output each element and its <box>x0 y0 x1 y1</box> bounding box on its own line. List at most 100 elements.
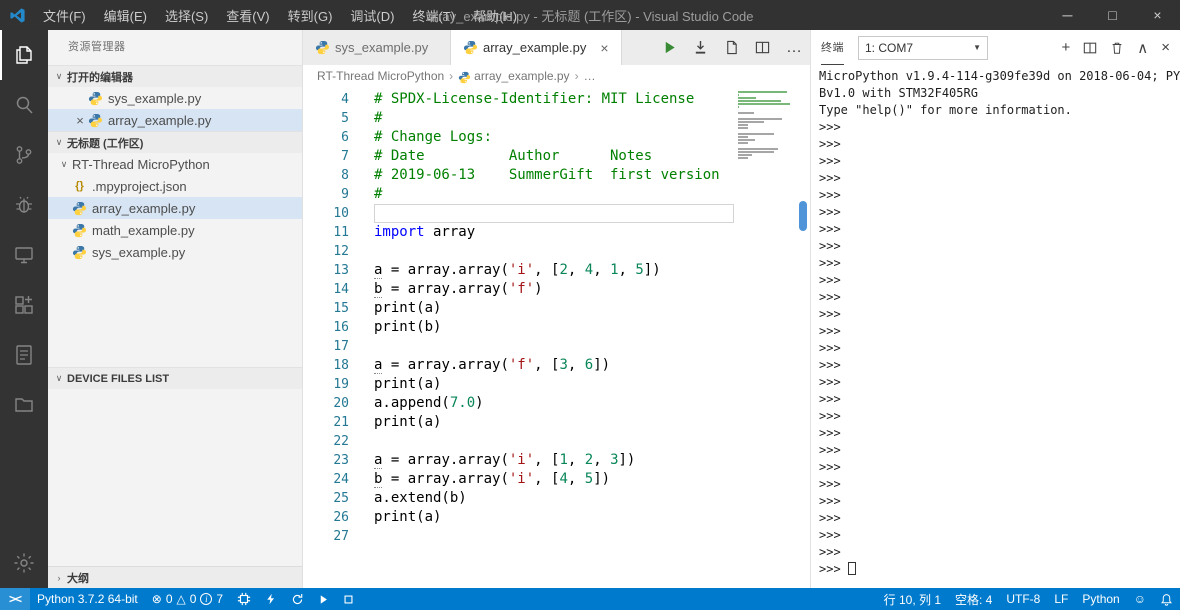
terminal-prompt-line: >>> <box>819 307 841 321</box>
maximize-panel-chevron-icon[interactable]: ∧ <box>1137 39 1148 57</box>
close-window-button[interactable]: × <box>1135 0 1180 30</box>
editor-tab[interactable]: sys_example.py <box>303 30 451 65</box>
menu-item[interactable]: 编辑(E) <box>95 6 156 25</box>
terminal-prompt-line: >>> <box>819 341 841 355</box>
breadcrumb-item[interactable]: … <box>584 69 596 83</box>
device-files-header[interactable]: ∨ DEVICE FILES LIST <box>48 367 302 389</box>
explorer-icon[interactable] <box>0 30 48 80</box>
notebook-icon[interactable] <box>0 330 48 380</box>
activity-bar <box>0 30 48 588</box>
search-icon[interactable] <box>0 80 48 130</box>
terminal-selector-dropdown[interactable]: 1: COM7 ▼ <box>858 35 988 60</box>
menu-item[interactable]: 查看(V) <box>217 6 278 25</box>
terminal-prompt-line: >>> <box>819 561 1172 578</box>
eol-selector[interactable]: LF <box>1047 588 1075 610</box>
minimize-button[interactable]: ─ <box>1045 0 1090 30</box>
workspace-tree: ∨ RT-Thread MicroPython {} .mpyproject.json… <box>48 153 302 263</box>
terminal-prompt-line: >>> <box>819 545 841 559</box>
tree-item[interactable]: sys_example.py <box>48 241 302 263</box>
terminal-prompt-line: >>> <box>819 358 841 372</box>
python-file-icon <box>72 245 87 260</box>
breadcrumb-item[interactable]: RT-Thread MicroPython <box>317 69 444 83</box>
open-editors-list: sys_example.py × array_example.py <box>48 87 302 131</box>
open-editor-item[interactable]: sys_example.py <box>48 87 302 109</box>
download-to-device-button[interactable] <box>693 40 708 55</box>
breadcrumb-separator: › <box>574 69 579 83</box>
tree-item[interactable]: array_example.py <box>48 197 302 219</box>
menu-item[interactable]: 转到(G) <box>279 6 342 25</box>
code-editor[interactable]: 4 # SPDX-License-Identifier: MIT License 5… <box>303 87 810 588</box>
kill-terminal-trash-icon[interactable] <box>1110 41 1124 55</box>
sync-button[interactable] <box>284 588 311 610</box>
explorer-sidebar: 资源管理器 ∨ 打开的编辑器 sys_example.py × array_exam… <box>48 30 303 588</box>
extensions-icon[interactable] <box>0 280 48 330</box>
terminal-prompt-line: >>> <box>819 392 841 406</box>
editor-tab[interactable]: array_example.py × <box>451 30 622 65</box>
warning-count: 0 <box>189 592 197 606</box>
python-interpreter-button[interactable]: Python 3.7.2 64-bit <box>30 588 145 610</box>
terminal-body[interactable]: MicroPython v1.9.4-114-g309fe39d on 2018… <box>811 65 1180 588</box>
tree-item[interactable]: ∨ RT-Thread MicroPython <box>48 153 302 175</box>
notifications-bell-icon[interactable] <box>1153 588 1180 610</box>
code-line: 11 import array <box>303 223 810 242</box>
code-line: 14 b = array.array('f') <box>303 280 810 299</box>
tree-item[interactable]: math_example.py <box>48 219 302 241</box>
line-number: 25 <box>333 491 349 506</box>
minimap[interactable] <box>738 91 794 163</box>
line-number: 10 <box>333 206 349 221</box>
line-number: 6 <box>341 130 349 145</box>
indentation[interactable]: 空格: 4 <box>948 588 999 610</box>
debug-icon[interactable] <box>0 180 48 230</box>
breadcrumb: RT-Thread MicroPython › array_example.py › … <box>303 65 810 87</box>
open-file-button[interactable] <box>724 40 739 55</box>
code-line: 25 a.extend(b) <box>303 489 810 508</box>
maximize-button[interactable]: □ <box>1090 0 1135 30</box>
library-icon[interactable] <box>0 380 48 430</box>
menu-item[interactable]: 文件(F) <box>34 6 95 25</box>
chevron-down-icon: ∨ <box>55 373 63 383</box>
split-terminal-button[interactable] <box>1083 41 1097 55</box>
tree-item[interactable]: {} .mpyproject.json <box>48 175 302 197</box>
line-number: 4 <box>341 92 349 107</box>
info-count: 7 <box>216 592 224 606</box>
tab-bar: sys_example.py array_example.py × … <box>303 30 810 65</box>
close-tab-icon[interactable]: × <box>590 40 608 56</box>
settings-gear-icon[interactable] <box>0 538 48 588</box>
board-button[interactable] <box>230 588 258 610</box>
outline-header[interactable]: › 大纲 <box>48 566 302 588</box>
code-line: 26 print(a) <box>303 508 810 527</box>
line-number: 13 <box>333 263 349 278</box>
open-editor-item[interactable]: × array_example.py <box>48 109 302 131</box>
feedback-smiley-icon[interactable]: ☺ <box>1127 588 1153 610</box>
run-button[interactable] <box>311 588 336 610</box>
status-bar-right: 行 10, 列 1 空格: 4 UTF-8 LF Python ☺ <box>877 588 1180 610</box>
new-terminal-button[interactable]: + <box>1061 39 1070 56</box>
code-line: 7 # Date Author Notes <box>303 147 810 166</box>
problems-indicator[interactable]: ⊗ 0 △ 0 i 7 <box>145 588 230 610</box>
code-line: 22 <box>303 432 810 451</box>
workspace-header[interactable]: ∨ 无标题 (工作区) <box>48 131 302 153</box>
cursor-position[interactable]: 行 10, 列 1 <box>877 588 948 610</box>
run-file-button[interactable] <box>662 40 677 55</box>
code-lines: 4 # SPDX-License-Identifier: MIT License 5… <box>303 87 810 546</box>
menu-item[interactable]: 调试(D) <box>341 6 403 25</box>
language-mode[interactable]: Python <box>1075 588 1126 610</box>
source-control-icon[interactable] <box>0 130 48 180</box>
terminal-prompt-line: >>> <box>819 137 841 151</box>
terminal-output-line: MicroPython v1.9.4-114-g309fe39d on 2018… <box>819 69 1180 83</box>
remote-indicator[interactable]: >< <box>0 588 31 610</box>
breadcrumb-separator: › <box>449 69 454 83</box>
split-editor-button[interactable] <box>755 40 770 55</box>
stop-button[interactable] <box>336 588 361 610</box>
more-actions-button[interactable]: … <box>786 39 802 57</box>
menu-item[interactable]: 选择(S) <box>156 6 217 25</box>
remote-device-icon[interactable] <box>0 230 48 280</box>
encoding[interactable]: UTF-8 <box>999 588 1047 610</box>
code-line: 19 print(a) <box>303 375 810 394</box>
breadcrumb-item[interactable]: array_example.py <box>474 69 569 83</box>
open-editors-header[interactable]: ∨ 打开的编辑器 <box>48 65 302 87</box>
close-panel-button[interactable]: × <box>1161 39 1170 56</box>
close-editor-icon[interactable]: × <box>72 113 88 128</box>
flash-download-button[interactable] <box>258 588 284 610</box>
terminal-tab[interactable]: 终端 <box>821 30 844 65</box>
